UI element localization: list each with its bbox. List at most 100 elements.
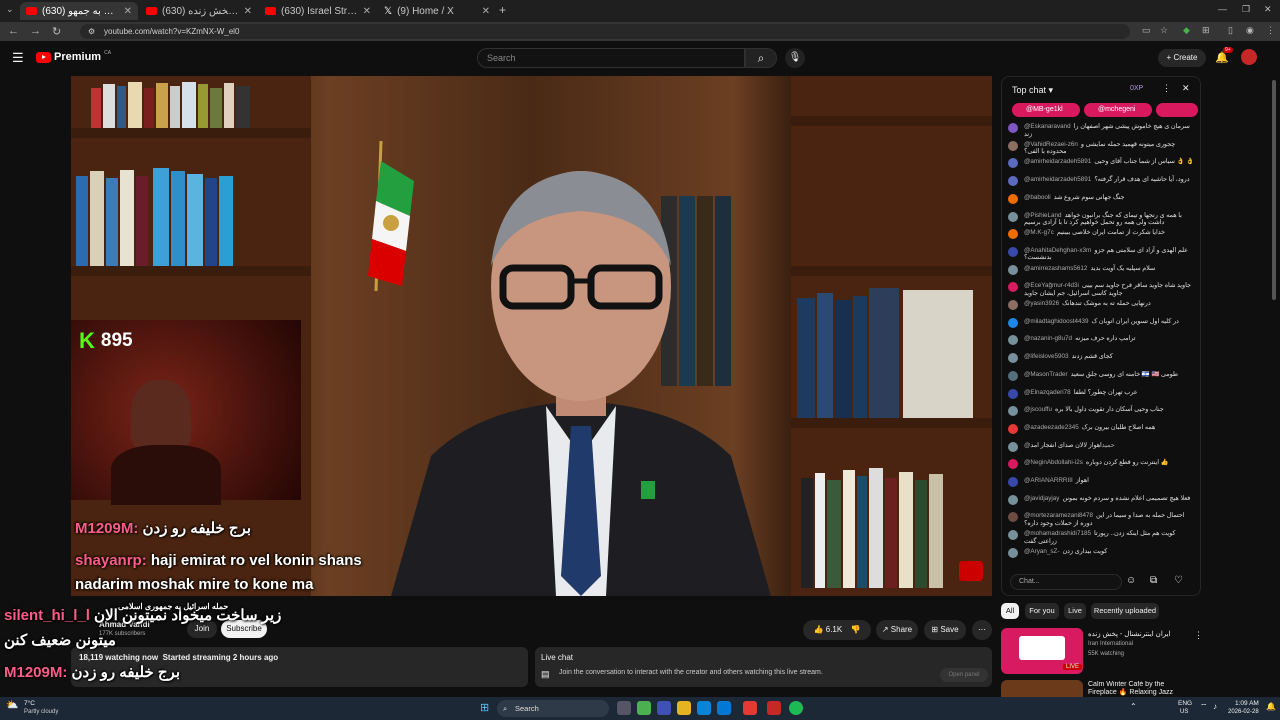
chat-username[interactable]: @EceYağmur-r4d3i: [1024, 282, 1079, 289]
reload-icon[interactable]: ↻: [52, 25, 61, 38]
dislike-icon[interactable]: 👎: [850, 625, 860, 634]
chat-username[interactable]: @mortezaramezani8478: [1024, 512, 1093, 519]
rec-menu-icon[interactable]: ⋮: [1194, 630, 1203, 641]
bookmark-star-icon[interactable]: ☆: [1160, 25, 1168, 36]
chat-avatar[interactable]: [1008, 317, 1018, 328]
chip-all[interactable]: All: [1001, 603, 1019, 619]
chat-avatar[interactable]: [1008, 547, 1018, 558]
close-icon[interactable]: ✕: [124, 6, 132, 17]
chat-avatar[interactable]: [1008, 335, 1018, 346]
chat-avatar[interactable]: [1008, 370, 1018, 381]
chat-avatar[interactable]: [1008, 282, 1018, 293]
chat-avatar[interactable]: [1008, 441, 1018, 452]
recommended-thumbnail[interactable]: LIVE: [1001, 628, 1083, 674]
chip-live[interactable]: Live: [1064, 603, 1086, 619]
recommended-title[interactable]: ایران اینترنشنال - پخش زنده: [1088, 630, 1188, 638]
notification-center-icon[interactable]: 🔔: [1266, 702, 1276, 711]
youtube-app-icon[interactable]: [743, 701, 757, 715]
more-actions-icon[interactable]: ⋯: [972, 620, 992, 640]
taskbar-search[interactable]: ⌕ Search: [497, 700, 609, 717]
tab-3[interactable]: (630) Israel Strikes Iran LIVE | El... ✕: [259, 2, 377, 20]
chat-username[interactable]: @Aryan_sZ-: [1024, 548, 1059, 555]
tab-2[interactable]: (630) ایران اینترنشنال - پخش زنده ✕: [140, 2, 258, 20]
extensions-puzzle-icon[interactable]: ⊞: [1202, 25, 1210, 36]
close-icon[interactable]: ✕: [363, 6, 371, 17]
chat-close-icon[interactable]: ✕: [1182, 83, 1190, 94]
search-input[interactable]: Search: [477, 48, 745, 68]
emoji-icon[interactable]: ☺: [1126, 575, 1136, 586]
mail-icon[interactable]: [717, 701, 731, 715]
recommended-channel[interactable]: Iran International: [1088, 641, 1133, 647]
chat-username[interactable]: @amirheidarzadeh5891: [1024, 176, 1091, 183]
volume-icon[interactable]: ♪: [1213, 702, 1217, 711]
heart-icon[interactable]: ♡: [1174, 575, 1183, 586]
chat-avatar[interactable]: [1008, 477, 1018, 487]
file-explorer-icon[interactable]: [677, 701, 691, 715]
hamburger-menu-icon[interactable]: ☰: [12, 50, 24, 66]
chat-username[interactable]: @nazanin-g8u7d: [1024, 335, 1072, 342]
close-icon[interactable]: ✕: [244, 6, 252, 17]
youtube-logo[interactable]: Premium CA: [36, 50, 111, 63]
tab-1[interactable]: (630) حمله اسرائیل به جمهو... ✕: [20, 2, 138, 20]
open-panel-button[interactable]: Open panel: [940, 668, 988, 682]
extension-icon[interactable]: ◆: [1183, 25, 1190, 36]
chip-for-you[interactable]: For you: [1025, 603, 1059, 619]
sidebar-icon[interactable]: ▯: [1228, 25, 1233, 36]
language[interactable]: ENG: [1178, 700, 1192, 707]
maximize-icon[interactable]: ❐: [1242, 4, 1250, 15]
chat-avatar[interactable]: [1008, 211, 1018, 222]
clock-time[interactable]: 1:09 AM: [1235, 700, 1259, 707]
chat-menu-icon[interactable]: ⋮: [1162, 83, 1171, 94]
chat-username[interactable]: @jscouffu: [1024, 406, 1052, 413]
tab-list-icon[interactable]: ⌄: [6, 4, 14, 15]
recommended-thumbnail-2[interactable]: [1001, 680, 1083, 697]
chat-mode-dropdown[interactable]: Top chat ▾: [1012, 85, 1053, 96]
like-button[interactable]: 👍 6.1K: [814, 625, 843, 634]
voice-search-button[interactable]: 🎙: [785, 48, 805, 68]
pinned-more[interactable]: [1156, 103, 1198, 117]
chat-avatar[interactable]: [1008, 158, 1018, 169]
chat-username[interactable]: @amirrezashams5612: [1024, 265, 1087, 272]
page-scrollbar[interactable]: [1272, 80, 1276, 300]
chat-username[interactable]: @azadeezade2345: [1024, 424, 1079, 431]
spotify-icon[interactable]: [789, 701, 803, 715]
profile-icon[interactable]: ◉: [1246, 25, 1254, 36]
start-windows-icon[interactable]: ⊞: [480, 701, 489, 714]
chat-username[interactable]: @NeginAbdollahi-i2s: [1024, 459, 1083, 466]
recommended-title-2[interactable]: Calm Winter Café by the Fireplace 🔥 Rela…: [1088, 681, 1188, 697]
chat-avatar[interactable]: [1008, 388, 1018, 399]
task-view-icon[interactable]: [617, 701, 631, 715]
edge-icon[interactable]: [697, 701, 711, 715]
chat-avatar[interactable]: [1008, 406, 1018, 417]
chat-username[interactable]: @Eskanaravand: [1024, 123, 1071, 130]
new-tab-button[interactable]: +: [499, 3, 506, 17]
chat-avatar[interactable]: [1008, 193, 1018, 204]
gmail-icon[interactable]: [767, 701, 781, 715]
chat-input[interactable]: Chat...: [1010, 574, 1122, 590]
forward-icon[interactable]: →: [30, 25, 41, 37]
share-button[interactable]: ↗ Share: [876, 620, 918, 640]
create-button[interactable]: + Create: [1158, 49, 1206, 67]
chat-username[interactable]: @MasonTrader: [1024, 371, 1068, 378]
chat-avatar[interactable]: [1008, 300, 1018, 310]
tab-4[interactable]: 𝕏 (9) Home / X ✕: [378, 2, 496, 20]
chat-username[interactable]: @babooli: [1024, 194, 1051, 201]
chat-username[interactable]: @lifeislove5903: [1024, 353, 1069, 360]
chat-avatar[interactable]: [1008, 229, 1018, 240]
chat-avatar[interactable]: [1008, 353, 1018, 364]
minimize-icon[interactable]: —: [1218, 4, 1227, 14]
chat-avatar[interactable]: [1008, 512, 1018, 523]
chip-recently-uploaded[interactable]: Recently uploaded: [1091, 603, 1159, 619]
chat-username[interactable]: @Elnazqaderi78: [1024, 389, 1071, 396]
chat-avatar[interactable]: [1008, 423, 1018, 434]
save-button[interactable]: ⊞ Save: [924, 620, 966, 640]
search-button[interactable]: ⌕: [745, 48, 777, 68]
site-info-icon[interactable]: ⚙: [88, 24, 95, 39]
avatar[interactable]: [1241, 49, 1257, 65]
chat-username[interactable]: @VahidRezaei-z6n: [1024, 141, 1078, 148]
chrome-icon[interactable]: [637, 701, 651, 715]
chat-avatar[interactable]: [1008, 123, 1018, 133]
wifi-icon[interactable]: ⌔: [1200, 702, 1208, 712]
super-chat-icon[interactable]: ⧉: [1150, 575, 1157, 586]
chat-avatar[interactable]: [1008, 176, 1018, 187]
